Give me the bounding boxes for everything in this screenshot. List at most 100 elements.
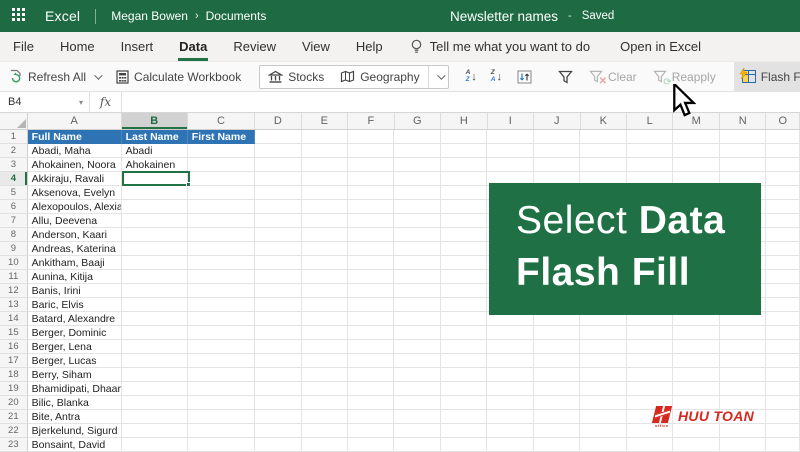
cell-E4[interactable] [302, 172, 348, 186]
cell-M3[interactable] [673, 158, 719, 172]
cell-F12[interactable] [348, 284, 394, 298]
row-header-22[interactable]: 22 [0, 424, 28, 438]
cell-A18[interactable]: Berry, Siham [28, 368, 122, 382]
row-header-4[interactable]: 4 [0, 172, 28, 186]
cell-M17[interactable] [673, 354, 719, 368]
cell-J15[interactable] [534, 326, 580, 340]
cell-H13[interactable] [441, 298, 487, 312]
cell-K22[interactable] [580, 424, 626, 438]
cell-F5[interactable] [348, 186, 394, 200]
cell-J16[interactable] [534, 340, 580, 354]
cell-K17[interactable] [580, 354, 626, 368]
cell-C10[interactable] [188, 256, 255, 270]
row-header-20[interactable]: 20 [0, 396, 28, 410]
cell-L19[interactable] [627, 382, 673, 396]
cell-F16[interactable] [348, 340, 394, 354]
cell-C7[interactable] [188, 214, 255, 228]
insert-function-button[interactable]: fx [90, 92, 122, 112]
cell-F19[interactable] [348, 382, 394, 396]
column-header-O[interactable]: O [766, 113, 800, 129]
cell-F9[interactable] [348, 242, 394, 256]
cell-D3[interactable] [255, 158, 301, 172]
cell-A16[interactable]: Berger, Lena [28, 340, 122, 354]
cell-H10[interactable] [441, 256, 487, 270]
cell-I17[interactable] [487, 354, 533, 368]
cell-H9[interactable] [441, 242, 487, 256]
cell-O20[interactable] [766, 396, 800, 410]
cell-C8[interactable] [188, 228, 255, 242]
menu-item-review[interactable]: Review [220, 32, 289, 61]
cell-J2[interactable] [534, 144, 580, 158]
cell-G2[interactable] [394, 144, 440, 158]
cell-G12[interactable] [394, 284, 440, 298]
cell-C5[interactable] [188, 186, 255, 200]
cell-F20[interactable] [348, 396, 394, 410]
cell-I3[interactable] [487, 158, 533, 172]
cell-H12[interactable] [441, 284, 487, 298]
geography-button[interactable]: Geography [332, 66, 427, 88]
cell-H6[interactable] [441, 200, 487, 214]
cell-A9[interactable]: Andreas, Katerina [28, 242, 122, 256]
cell-A19[interactable]: Bhamidipati, Dhaaruni [28, 382, 122, 396]
cell-K18[interactable] [580, 368, 626, 382]
cell-M18[interactable] [673, 368, 719, 382]
cell-N19[interactable] [720, 382, 766, 396]
cell-E3[interactable] [302, 158, 348, 172]
cell-F14[interactable] [348, 312, 394, 326]
cell-B20[interactable] [122, 396, 188, 410]
reapply-filter-button[interactable]: ⟳ Reapply [645, 62, 724, 92]
row-header-15[interactable]: 15 [0, 326, 28, 340]
row-header-2[interactable]: 2 [0, 144, 28, 158]
cell-G11[interactable] [394, 270, 440, 284]
cell-F1[interactable] [348, 130, 394, 144]
cell-D16[interactable] [255, 340, 301, 354]
cell-H14[interactable] [441, 312, 487, 326]
cell-D19[interactable] [255, 382, 301, 396]
cell-D10[interactable] [255, 256, 301, 270]
breadcrumb-folder[interactable]: Documents [206, 9, 267, 23]
cell-D7[interactable] [255, 214, 301, 228]
cell-C12[interactable] [188, 284, 255, 298]
cell-G6[interactable] [394, 200, 440, 214]
cell-C20[interactable] [188, 396, 255, 410]
cell-E12[interactable] [302, 284, 348, 298]
open-in-excel-button[interactable]: Open in Excel [620, 32, 701, 61]
cell-C15[interactable] [188, 326, 255, 340]
cell-G5[interactable] [394, 186, 440, 200]
cell-D11[interactable] [255, 270, 301, 284]
cell-B2[interactable]: Abadi [122, 144, 188, 158]
app-launcher-waffle-icon[interactable] [12, 8, 29, 25]
cell-D13[interactable] [255, 298, 301, 312]
cell-D2[interactable] [255, 144, 301, 158]
column-header-J[interactable]: J [534, 113, 580, 129]
row-header-14[interactable]: 14 [0, 312, 28, 326]
cell-J19[interactable] [534, 382, 580, 396]
cell-A21[interactable]: Bite, Antra [28, 410, 122, 424]
clear-filter-button[interactable]: ✕ Clear [581, 62, 645, 92]
custom-sort-button[interactable] [509, 62, 540, 92]
row-header-18[interactable]: 18 [0, 368, 28, 382]
row-header-16[interactable]: 16 [0, 340, 28, 354]
cell-E13[interactable] [302, 298, 348, 312]
cell-E2[interactable] [302, 144, 348, 158]
cell-G17[interactable] [394, 354, 440, 368]
cell-F13[interactable] [348, 298, 394, 312]
cell-C21[interactable] [188, 410, 255, 424]
cell-B17[interactable] [122, 354, 188, 368]
row-header-5[interactable]: 5 [0, 186, 28, 200]
column-header-N[interactable]: N [720, 113, 766, 129]
cell-A2[interactable]: Abadi, Maha [28, 144, 122, 158]
cell-O9[interactable] [766, 242, 800, 256]
cell-O6[interactable] [766, 200, 800, 214]
cell-L16[interactable] [627, 340, 673, 354]
cell-O22[interactable] [766, 424, 800, 438]
cell-D20[interactable] [255, 396, 301, 410]
cell-J18[interactable] [534, 368, 580, 382]
cell-B16[interactable] [122, 340, 188, 354]
cell-D18[interactable] [255, 368, 301, 382]
cell-C13[interactable] [188, 298, 255, 312]
stocks-button[interactable]: Stocks [260, 66, 332, 88]
tellme-group[interactable]: Tell me what you want to do [410, 32, 590, 61]
cell-A12[interactable]: Banis, Irini [28, 284, 122, 298]
cell-O19[interactable] [766, 382, 800, 396]
